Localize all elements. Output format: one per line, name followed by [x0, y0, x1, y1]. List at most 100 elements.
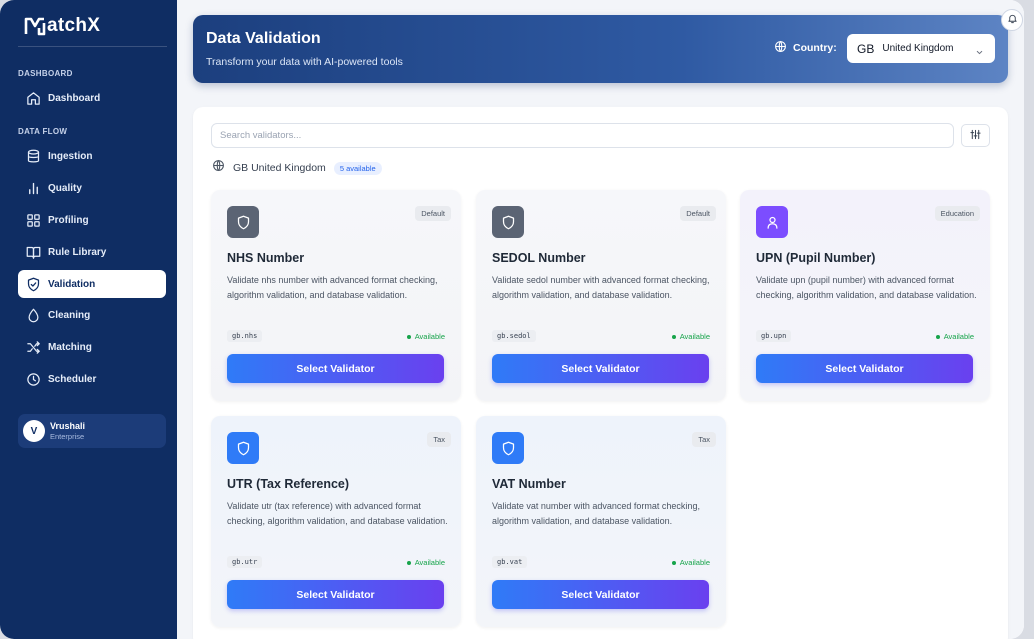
book-icon — [24, 243, 42, 261]
sidebar-item-validation[interactable]: Validation — [18, 270, 166, 298]
status-dot — [406, 334, 411, 339]
sidebar-item-quality[interactable]: Quality — [18, 174, 166, 202]
globe-icon — [212, 159, 225, 177]
select-validator-button[interactable]: Select Validator — [756, 354, 973, 383]
user-icon — [756, 206, 788, 238]
user-info: Vrushali Enterprise — [50, 421, 85, 442]
droplet-icon — [24, 306, 42, 324]
region-name: GB United Kingdom — [233, 162, 326, 174]
card-title: UPN (Pupil Number) — [756, 251, 876, 265]
shield-icon — [492, 432, 524, 464]
status-text: Available — [679, 558, 710, 567]
validator-card-upn: Education UPN (Pupil Number) Validate up… — [740, 190, 990, 401]
validator-code: gb.sedol — [492, 330, 536, 342]
search-input[interactable] — [211, 123, 954, 148]
sidebar-item-dashboard[interactable]: Dashboard — [18, 84, 166, 112]
status-badge: Available — [406, 332, 445, 341]
status-dot — [671, 560, 676, 565]
shield-icon — [227, 206, 259, 238]
shield-check-icon — [24, 275, 42, 293]
country-select[interactable]: GB United Kingdom — [847, 34, 995, 63]
status-badge: Available — [935, 332, 974, 341]
select-validator-button[interactable]: Select Validator — [227, 354, 444, 383]
status-badge: Available — [406, 558, 445, 567]
sliders-icon — [970, 127, 981, 145]
status-dot — [671, 334, 676, 339]
status-badge: Available — [671, 558, 710, 567]
globe-icon — [774, 40, 787, 56]
card-title: SEDOL Number — [492, 251, 586, 265]
sidebar-item-profiling[interactable]: Profiling — [18, 206, 166, 234]
sidebar-item-label: Dashboard — [48, 92, 101, 104]
category-tag: Tax — [427, 432, 451, 447]
section-label-dashboard: DASHBOARD — [18, 69, 73, 78]
sidebar-item-label: Profiling — [48, 214, 89, 226]
status-dot — [935, 334, 940, 339]
sidebar-item-cleaning[interactable]: Cleaning — [18, 301, 166, 329]
status-text: Available — [943, 332, 974, 341]
sidebar-item-scheduler[interactable]: Scheduler — [18, 365, 166, 393]
sidebar-item-label: Quality — [48, 182, 82, 194]
validator-code: gb.vat — [492, 556, 528, 568]
validator-card-vat: Tax VAT Number Validate vat number with … — [476, 416, 726, 627]
card-description: Validate upn (pupil number) with advance… — [756, 275, 977, 300]
status-text: Available — [679, 332, 710, 341]
country-name: United Kingdom — [882, 43, 954, 54]
country-label: Country: — [774, 40, 837, 56]
category-tag: Education — [934, 206, 980, 221]
region-row: GB United Kingdom 5 available — [212, 159, 382, 177]
status-dot — [406, 560, 411, 565]
select-validator-button[interactable]: Select Validator — [492, 354, 709, 383]
grid-icon — [24, 211, 42, 229]
validators-panel: GB United Kingdom 5 available Default NH… — [193, 107, 1008, 639]
filter-button[interactable] — [961, 124, 990, 147]
home-icon — [24, 89, 42, 107]
validator-card-utr: Tax UTR (Tax Reference) Validate utr (ta… — [211, 416, 461, 627]
card-description: Validate nhs number with advanced format… — [227, 275, 438, 300]
select-validator-button[interactable]: Select Validator — [492, 580, 709, 609]
status-text: Available — [414, 332, 445, 341]
sidebar: atchX DASHBOARD Dashboard DATA FLOW Inge… — [0, 0, 177, 639]
sidebar-item-ingestion[interactable]: Ingestion — [18, 142, 166, 170]
page-header: Data Validation Transform your data with… — [193, 9, 1023, 83]
shield-icon — [492, 206, 524, 238]
logo-m-icon — [24, 16, 46, 36]
shield-icon — [227, 432, 259, 464]
status-text: Available — [414, 558, 445, 567]
validator-code: gb.nhs — [227, 330, 263, 342]
status-badge: Available — [671, 332, 710, 341]
sidebar-item-label: Rule Library — [48, 246, 107, 258]
notifications-button[interactable] — [1001, 9, 1023, 31]
user-profile[interactable]: V Vrushali Enterprise — [18, 414, 166, 448]
sidebar-item-matching[interactable]: Matching — [18, 333, 166, 361]
country-label-text: Country: — [793, 42, 837, 54]
sidebar-item-label: Scheduler — [48, 373, 97, 385]
app-window: atchX DASHBOARD Dashboard DATA FLOW Inge… — [0, 0, 1024, 639]
section-label-data-flow: DATA FLOW — [18, 127, 68, 136]
logo[interactable]: atchX — [24, 13, 100, 39]
page-title: Data Validation — [206, 30, 321, 47]
select-validator-button[interactable]: Select Validator — [227, 580, 444, 609]
bell-icon — [1007, 11, 1018, 29]
validator-card-nhs: Default NHS Number Validate nhs number w… — [211, 190, 461, 401]
page-subtitle: Transform your data with AI-powered tool… — [206, 56, 403, 68]
clock-icon — [24, 370, 42, 388]
card-description: Validate vat number with advanced format… — [492, 501, 700, 526]
chevron-down-icon — [975, 44, 984, 62]
shuffle-icon — [24, 338, 42, 356]
validator-code: gb.upn — [756, 330, 792, 342]
sidebar-item-rule-library[interactable]: Rule Library — [18, 238, 166, 266]
validator-card-sedol: Default SEDOL Number Validate sedol numb… — [476, 190, 726, 401]
user-plan: Enterprise — [50, 431, 85, 441]
card-title: NHS Number — [227, 251, 305, 265]
logo-text: atchX — [47, 15, 101, 36]
card-title: UTR (Tax Reference) — [227, 477, 350, 491]
sidebar-item-label: Validation — [48, 278, 96, 290]
category-tag: Tax — [692, 432, 716, 447]
sidebar-item-label: Matching — [48, 341, 92, 353]
sidebar-item-label: Ingestion — [48, 150, 93, 162]
divider — [18, 46, 167, 47]
main-content: Data Validation Transform your data with… — [177, 0, 1024, 639]
user-name: Vrushali — [50, 420, 86, 431]
sidebar-item-label: Cleaning — [48, 309, 91, 321]
